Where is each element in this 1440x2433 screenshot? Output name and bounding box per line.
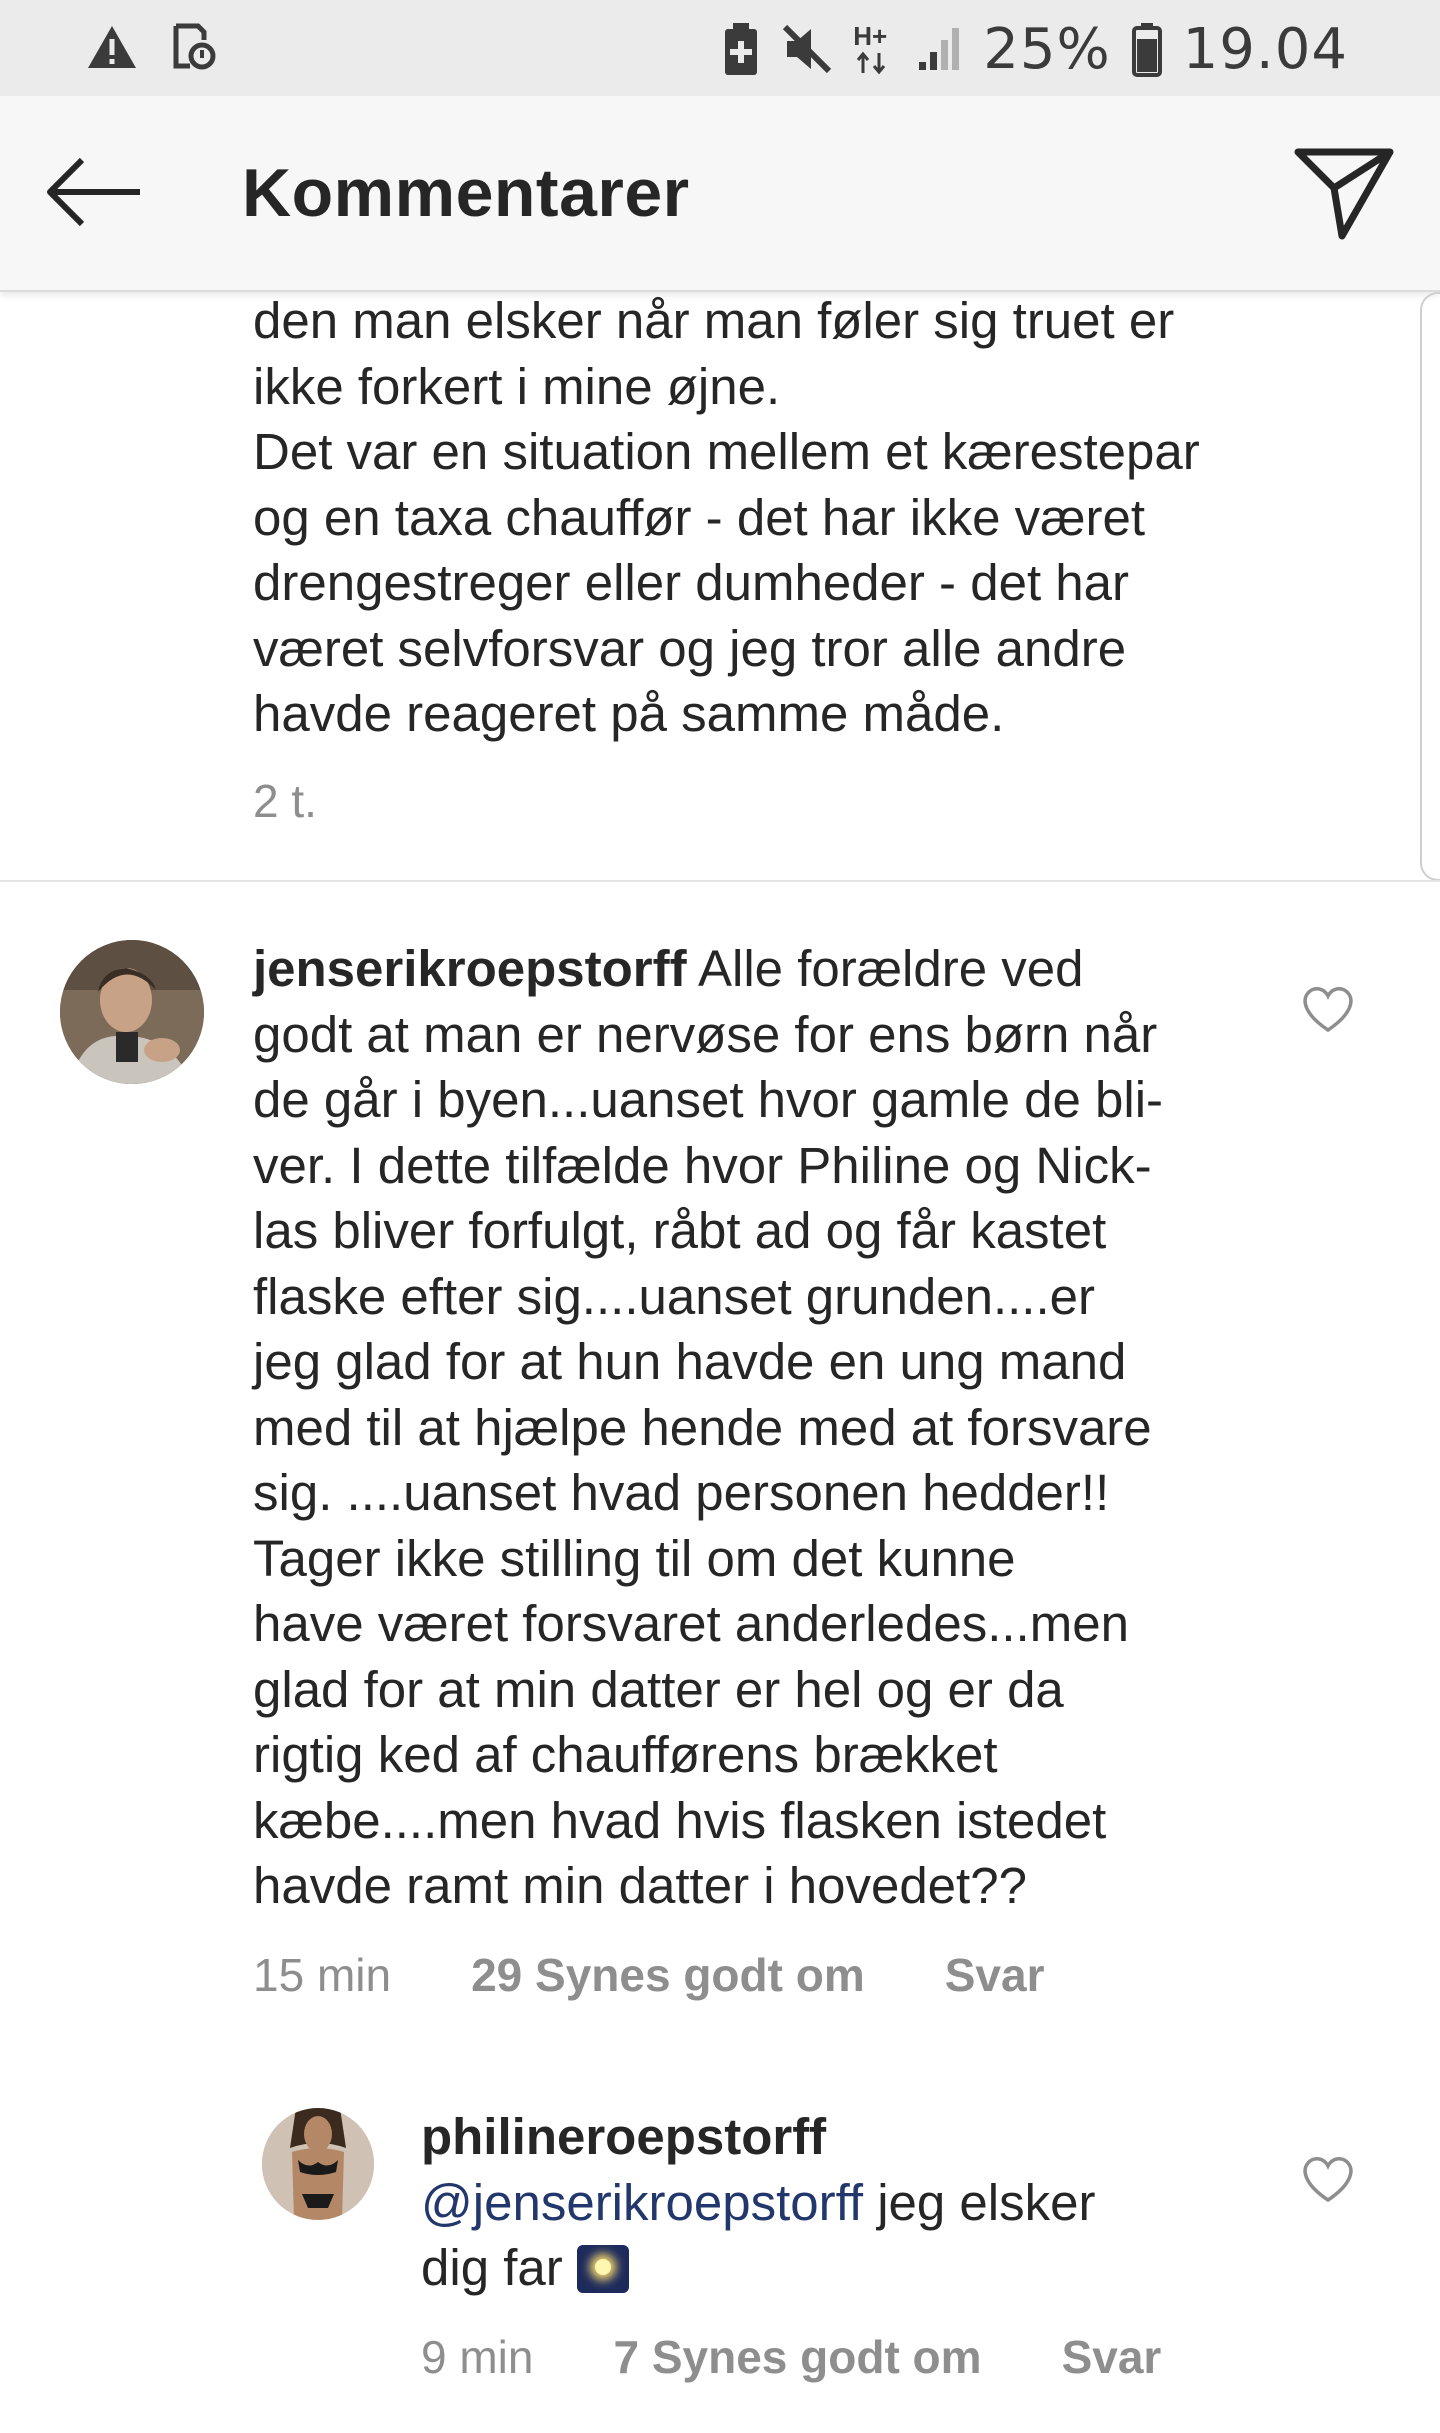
comment-username[interactable]: jenserikroepstorff [253, 940, 687, 997]
data-arrows-icon [857, 51, 886, 75]
comment-line: glad for at min datter er hel og er da [253, 1660, 1064, 1718]
reply-button[interactable]: Svar [945, 1948, 1045, 2002]
status-right-icons: H+ 25% 19.04 [721, 14, 1348, 84]
mention-link[interactable]: @jenserikroepstorff [421, 2174, 863, 2231]
comment-line: ver. I dette tilfælde hvor Philine og Ni… [253, 1136, 1152, 1194]
heart-icon [1303, 987, 1353, 1033]
clock: 19.04 [1182, 16, 1348, 82]
profile-photo [60, 940, 204, 1084]
avatar[interactable] [262, 2108, 374, 2220]
caption-line: været selvforsvar og jeg tror alle andre [253, 619, 1127, 677]
divider [0, 880, 1440, 882]
comment-line: de går i byen...uanset hvor gamle de bli… [253, 1071, 1164, 1128]
caption-line: Det var en situation mellem et kærestepa… [253, 423, 1200, 480]
caption-text: den man elsker når man føler sig truet e… [253, 288, 1313, 747]
comment-line: sig. ....uanset hvad personen hedder!! [253, 1464, 1110, 1521]
comment-first-line: jenserikroepstorff Alle forældre ved [253, 936, 1313, 1002]
caption-line: og en taxa chauffør - det har ikke været [253, 488, 1146, 546]
caption-line: ikke forkert i mine øjne. [253, 357, 781, 415]
comment-line: Tager ikke stilling til om det kunne [253, 1529, 1016, 1587]
signal-strength-icon [919, 28, 960, 70]
like-button[interactable] [1300, 984, 1356, 1034]
comment-line: kæbe....men hvad hvis flasken istedet [253, 1791, 1107, 1849]
comment-text: jeg elsker [863, 2173, 1096, 2231]
reply-comment: philineroepstorff @jenserikroepstorff je… [421, 2104, 1301, 2301]
comment-username[interactable]: philineroepstorff [421, 2104, 1301, 2170]
share-direct-button[interactable] [1290, 140, 1400, 244]
screenshot-notification-icon [173, 23, 216, 70]
network-type-indicator: H+ [853, 21, 897, 77]
back-button[interactable] [40, 144, 150, 240]
comment-meta: 9 min 7 Synes godt om Svar [421, 2330, 1161, 2384]
comment-line: rigtig ked af chaufførens brækket [253, 1726, 998, 1783]
status-left-icons [86, 22, 218, 72]
status-bar: H+ 25% 19.04 [0, 0, 1440, 96]
comment-line: have været forsvaret anderledes...men [253, 1595, 1129, 1652]
app-header: Kommentarer [0, 96, 1440, 292]
comment-line: flaske efter sig....uanset grunden....er [253, 1267, 1095, 1325]
heart-icon [1303, 2157, 1353, 2203]
scroll-indicator [1420, 292, 1440, 881]
likes-count-link[interactable]: 7 Synes godt om [613, 2330, 981, 2384]
caption-line: havde reageret på samme måde. [253, 685, 1005, 742]
sparkle-emoji-icon [576, 2245, 629, 2293]
likes-count-link[interactable]: 29 Synes godt om [471, 1948, 865, 2002]
paper-plane-icon [1294, 148, 1394, 240]
warning-icon [88, 26, 136, 68]
comment-line: godt at man er nervøse for ens børn når [253, 1005, 1158, 1063]
comment: jenserikroepstorff Alle forældre ved god… [253, 936, 1313, 1919]
battery-saver-icon [725, 23, 758, 75]
comment-line: @jenserikroepstorff jeg elsker [421, 2170, 1301, 2236]
caption-line: den man elsker når man føler sig truet e… [253, 292, 1175, 349]
comment-line: dig far [421, 2235, 1301, 2301]
caption-timestamp: 2 t. [253, 775, 317, 827]
profile-photo [262, 2108, 374, 2220]
comment-line: med til at hjælpe hende med at forsvare [253, 1398, 1152, 1456]
arrow-left-icon [47, 157, 140, 227]
comment-text: Alle forældre ved [686, 940, 1084, 997]
comment-line: jeg glad for at hun havde en ung mand [253, 1333, 1127, 1390]
page-title: Kommentarer [242, 155, 690, 231]
mute-icon [783, 24, 832, 74]
battery-icon [1131, 23, 1162, 77]
comment-line: las bliver forfulgt, råbt ad og får kast… [253, 1202, 1107, 1259]
battery-percent: 25% [983, 16, 1111, 82]
comment-text: dig far [421, 2239, 563, 2296]
comment-timestamp: 15 min [253, 1949, 392, 2001]
comment-line: havde ramt min datter i hovedet?? [253, 1857, 1027, 1914]
like-button[interactable] [1300, 2154, 1356, 2204]
caption-line: drengestreger eller dumheder - det har [253, 554, 1129, 611]
comment-meta: 15 min 29 Synes godt om Svar [253, 1948, 1044, 2002]
comment-timestamp: 9 min [421, 2331, 534, 2383]
reply-button[interactable]: Svar [1062, 2330, 1162, 2384]
avatar[interactable] [60, 940, 204, 1084]
